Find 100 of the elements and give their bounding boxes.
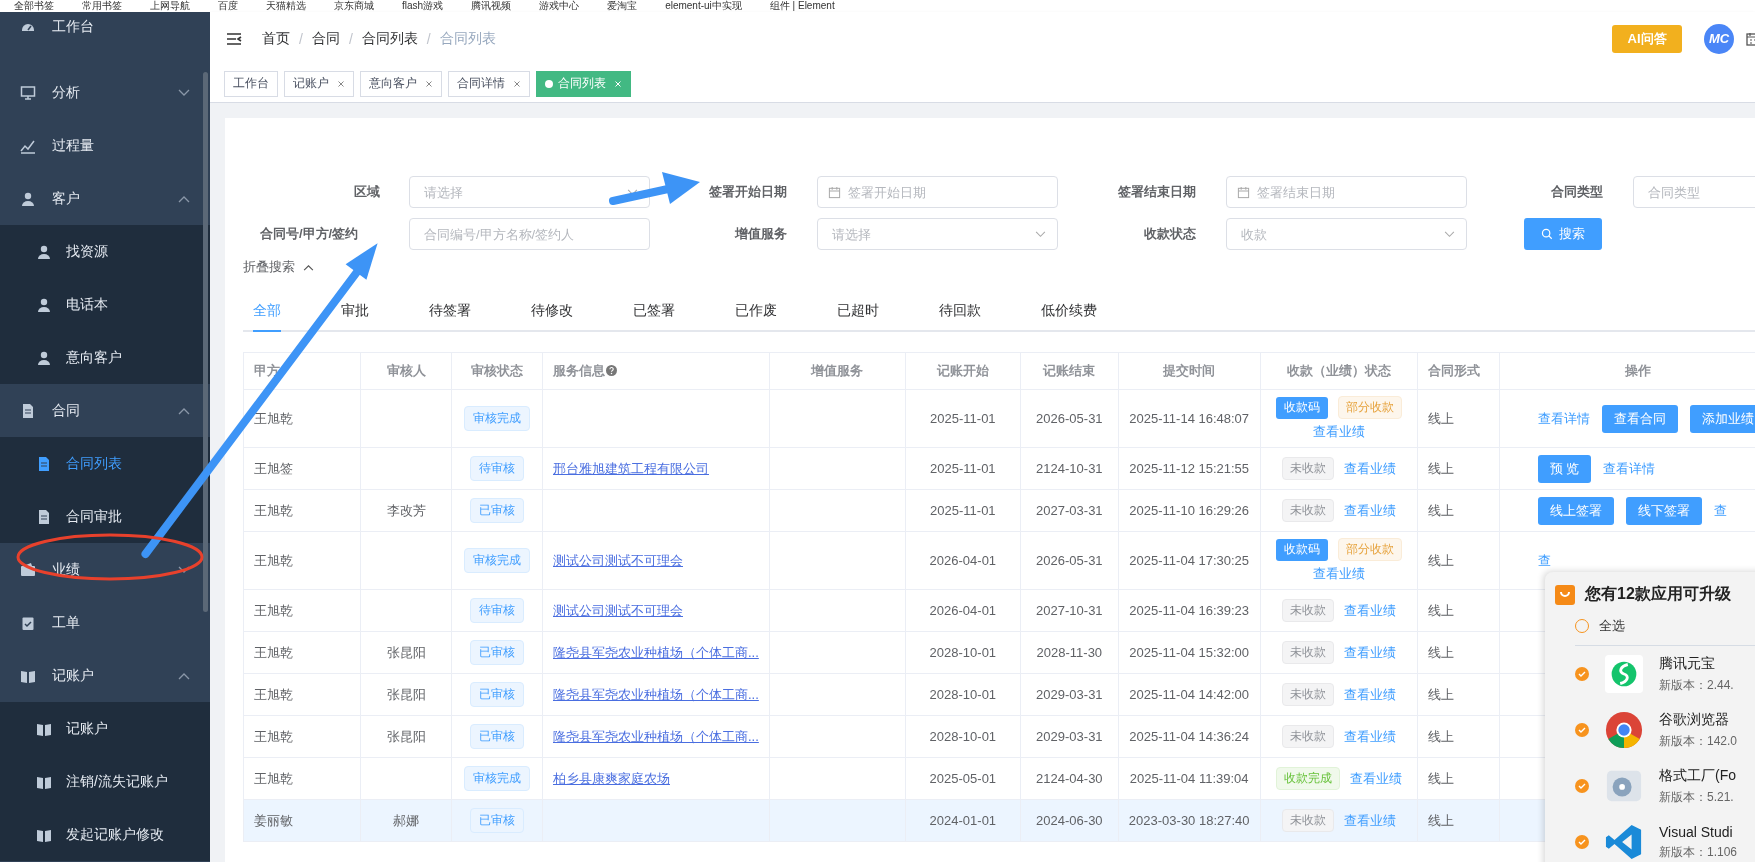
table-cell: 2026-05-31 [1036, 411, 1103, 426]
bookmark-link[interactable]: 京东商城 [334, 0, 374, 12]
service-link[interactable]: 柏乡县康爽家庭农场 [553, 770, 670, 786]
status-tag: 已审核 [470, 682, 524, 707]
user-icon [36, 243, 52, 260]
bookmark-link[interactable]: 上网导航 [150, 0, 190, 12]
checkbox[interactable] [1575, 667, 1589, 681]
select-field[interactable]: 收款 [1226, 218, 1467, 250]
payment-status-tag: 未收款 [1281, 683, 1334, 706]
sidebar-subitem[interactable]: 合同列表 [0, 437, 210, 490]
breadcrumb-item[interactable]: 首页 [262, 29, 290, 48]
column-header: 记账开始 [905, 352, 1021, 390]
sidebar-subitem[interactable]: 注销/流失记账户 [0, 755, 210, 808]
table-cell: 2025-11-01 [930, 411, 996, 426]
status-tab[interactable]: 已超时 [837, 294, 879, 332]
table-cell: 线上 [1427, 812, 1454, 828]
filter-label: 签署结束日期 [1118, 183, 1196, 201]
sidebar-item[interactable]: 客户 [0, 172, 210, 225]
bookmark-link[interactable]: 全部书签 [14, 0, 54, 12]
vscode-app-icon [1605, 823, 1643, 861]
sidebar-subitem[interactable]: 找资源 [0, 225, 210, 278]
table-cell: 2028-10-01 [929, 729, 997, 744]
collapse-search-toggle[interactable]: 折叠搜索 [243, 258, 314, 276]
status-tab[interactable]: 待回款 [939, 294, 981, 332]
table-cell: 2025-11-04 15:32:00 [1129, 645, 1250, 660]
checkbox[interactable] [1575, 779, 1589, 793]
sidebar-item[interactable]: 记账户 [0, 649, 210, 702]
table-cell: 郝娜 [393, 812, 419, 828]
sidebar-subitem[interactable]: 意向客户 [0, 331, 210, 384]
page-tab[interactable]: 合同详情 [448, 70, 530, 97]
table-cell: 2025-11-04 16:39:23 [1129, 603, 1250, 618]
wallet-icon [20, 561, 36, 578]
table-cell: 2025-11-01 [930, 503, 996, 518]
doc-icon [20, 402, 36, 419]
bookmark-link[interactable]: flash游戏 [402, 0, 444, 12]
status-tab[interactable]: 审批 [341, 294, 369, 332]
page-tab[interactable]: 意向客户 [360, 70, 442, 97]
status-tab[interactable]: 已作废 [735, 294, 777, 332]
page-tab[interactable]: 工作台 [224, 70, 278, 97]
app-version: 新版本：2.44. [1659, 676, 1734, 694]
status-tab[interactable]: 低价续费 [1041, 294, 1097, 332]
table-cell: 2025-11-04 11:39:04 [1129, 771, 1249, 786]
service-link[interactable]: 测试公司测试不可理会 [553, 552, 683, 568]
date-field[interactable]: 签署结束日期 [1226, 176, 1467, 208]
user-icon [20, 190, 36, 207]
checkbox[interactable] [1575, 723, 1589, 737]
sidebar-subitem[interactable]: 记账户 [0, 702, 210, 755]
bookmark-link[interactable]: 组件 | Element [769, 0, 835, 12]
close-icon[interactable] [425, 79, 433, 88]
bookmark-link[interactable]: 百度 [218, 0, 238, 12]
table-cell: 线上 [1427, 770, 1454, 786]
table-cell: 2124-04-30 [1036, 771, 1103, 786]
table-cell: 2024-06-30 [1036, 813, 1103, 828]
payment-status-tag: 未收款 [1281, 809, 1334, 832]
active-dot-icon [545, 79, 553, 88]
status-tab[interactable]: 待修改 [531, 294, 573, 332]
column-header: 增值服务 [769, 352, 906, 390]
doc-icon [36, 508, 52, 525]
bookmark-link[interactable]: 腾讯视频 [471, 0, 512, 12]
status-tab[interactable]: 已签署 [633, 294, 675, 332]
table-cell: 王旭乾 [243, 631, 361, 674]
breadcrumb-separator: / [426, 30, 431, 47]
select-field[interactable]: 请选择 [817, 218, 1058, 250]
bookmark-link[interactable]: 天猫精选 [266, 0, 306, 12]
sidebar-item[interactable]: 工作台 [0, 12, 210, 42]
swirl-app-icon [1605, 655, 1643, 693]
sidebar-subitem[interactable]: 电话本 [0, 278, 210, 331]
bookmark-link[interactable]: 游戏中心 [539, 0, 580, 12]
close-icon[interactable] [337, 79, 345, 88]
close-icon[interactable] [513, 79, 521, 88]
bookmark-link[interactable]: element-ui中实现 [665, 0, 742, 12]
user-icon [36, 349, 52, 366]
chevron-up-icon [178, 194, 190, 203]
bookmark-link[interactable]: 常用书签 [82, 0, 122, 12]
breadcrumb-item[interactable]: 合同列表 [361, 29, 418, 48]
sidebar-subitem[interactable]: 发起记账户修改 [0, 808, 210, 861]
date-field[interactable]: 签署开始日期 [817, 176, 1058, 208]
sidebar-item[interactable]: 过程量 [0, 119, 210, 172]
payment-status-tag: 部分收款 [1337, 396, 1402, 419]
table-cell: 2025-11-10 16:29:26 [1129, 503, 1250, 518]
status-tag: 已审核 [470, 640, 524, 665]
input-field[interactable]: 合同编号/甲方名称/签约人 [409, 218, 650, 250]
status-tab[interactable]: 待签署 [429, 294, 471, 332]
menu-icon[interactable] [226, 31, 242, 46]
checkbox[interactable] [1575, 835, 1589, 849]
sidebar-item[interactable]: 分析 [0, 66, 210, 119]
sidebar-item[interactable]: 合同 [0, 384, 210, 437]
breadcrumb-item[interactable]: 合同 [311, 29, 340, 48]
bookmark-link[interactable]: 爱淘宝 [607, 0, 638, 12]
table-cell: 线上 [1427, 686, 1454, 702]
select-field[interactable]: 请选择 [409, 176, 650, 208]
input-field[interactable]: 合同类型 [1633, 176, 1755, 208]
payment-status-tag: 未收款 [1281, 641, 1334, 664]
sidebar-item[interactable]: 工单 [0, 596, 210, 649]
chevron-down-icon [1444, 231, 1455, 238]
table-cell: 王旭乾 [243, 757, 361, 800]
chevron-up-icon [303, 263, 314, 271]
page-tab[interactable]: 记账户 [284, 70, 354, 97]
monitor-icon [20, 84, 36, 101]
scrollbar[interactable] [203, 72, 208, 612]
